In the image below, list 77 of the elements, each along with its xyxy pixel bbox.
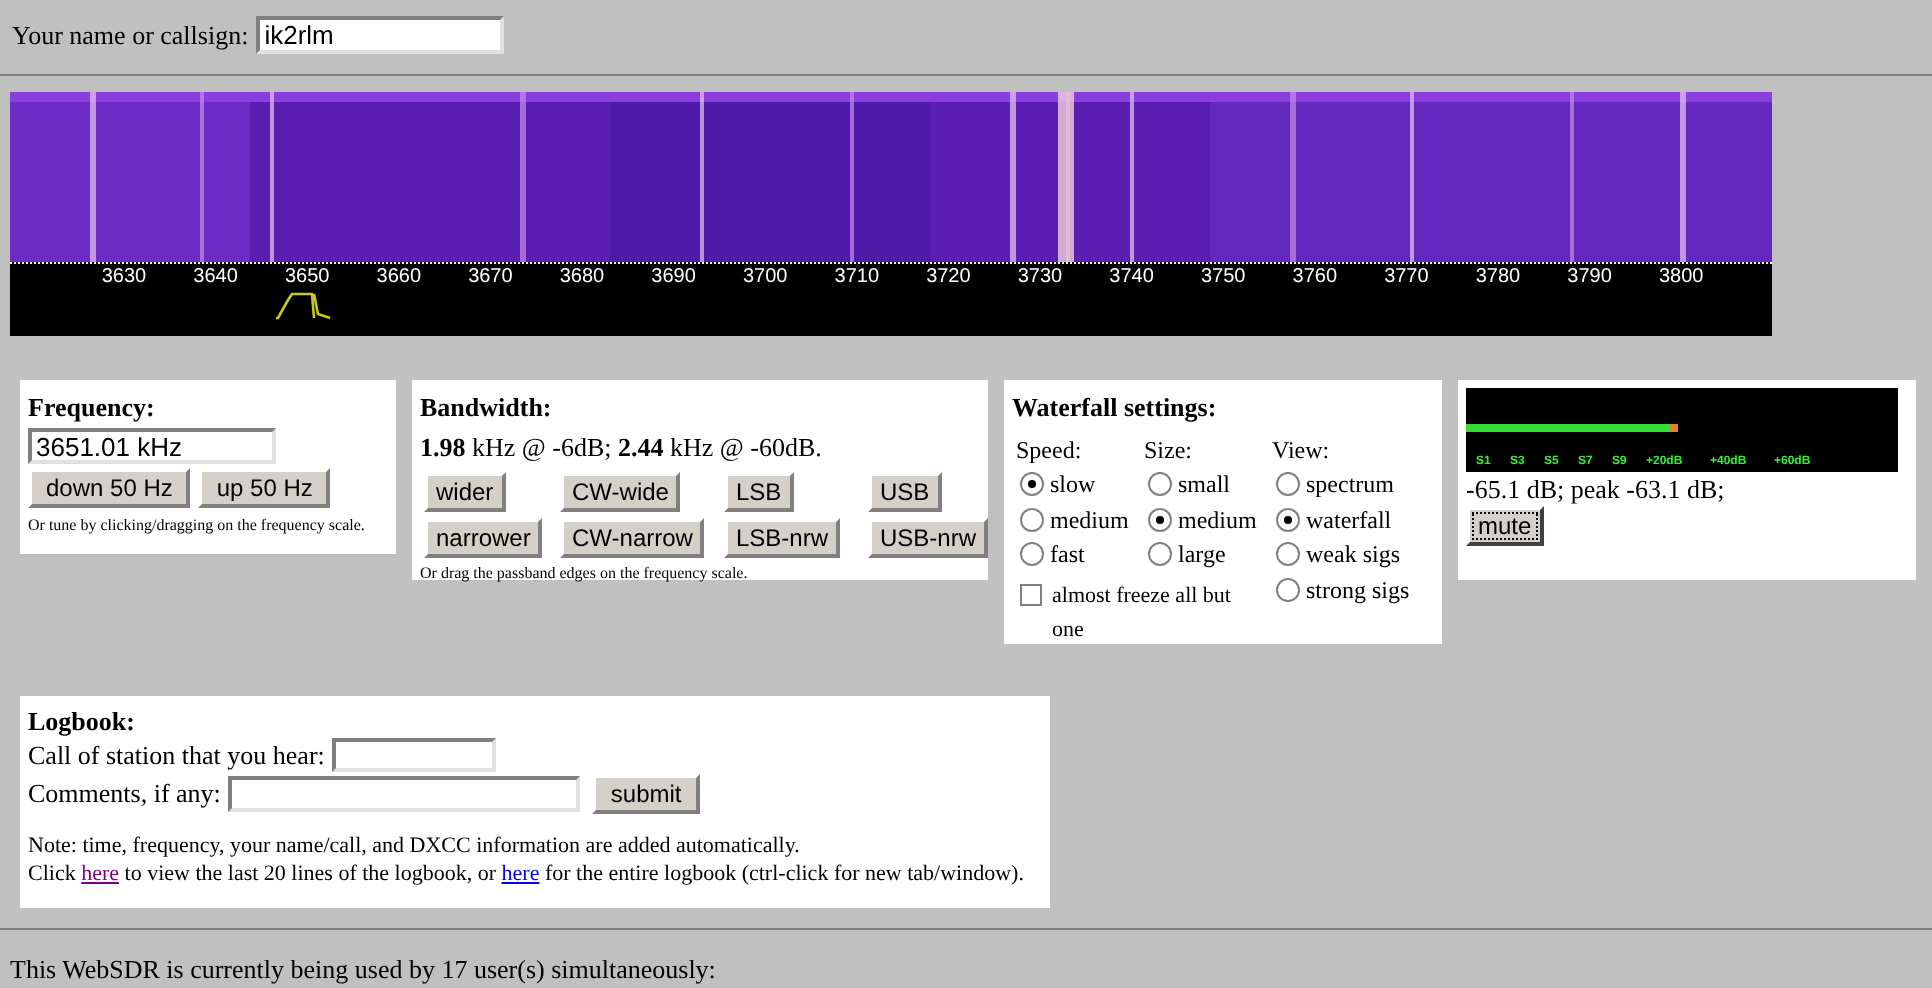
scale-label: 3740 — [1109, 268, 1154, 288]
radio-label: small — [1178, 468, 1230, 503]
radio-button[interactable] — [1148, 507, 1172, 532]
panel-title: Frequency: — [28, 390, 157, 426]
panel-title: Logbook: — [28, 706, 137, 738]
scale-label: 3800 — [1658, 268, 1704, 288]
scale-label: 3770 — [1384, 268, 1429, 288]
bandwidth-readout: 1.98 kHz @ -6dB; 2.44 kHz @ -60dB. — [420, 429, 824, 465]
scale-label: 3640 — [193, 268, 238, 288]
radio-label: medium — [1178, 503, 1257, 538]
button[interactable]: USB — [868, 472, 942, 512]
comments-field[interactable] — [228, 776, 581, 812]
scale-label: 3680 — [559, 268, 605, 288]
radio-label: strong sigs — [1306, 573, 1410, 608]
button[interactable]: USB-nrw — [868, 518, 989, 558]
scale-label: 3760 — [1292, 268, 1338, 288]
radio-label: slow — [1050, 468, 1096, 503]
scale-label: 3650 — [284, 268, 330, 288]
hint-text: Or tune by clicking/dragging on the frequency scale. — [28, 514, 367, 538]
radio-button[interactable] — [1276, 472, 1300, 497]
button[interactable]: narrower — [424, 518, 543, 558]
radio-button[interactable] — [1020, 507, 1044, 532]
radio-label: spectrum — [1306, 468, 1394, 503]
frequency-field[interactable]: 3651.01 kHz — [28, 428, 276, 465]
scale-label: 3720 — [926, 268, 971, 288]
radio-button[interactable] — [1020, 542, 1044, 567]
logbook-link[interactable]: here — [81, 862, 120, 886]
button[interactable]: down 50 Hz — [28, 468, 191, 508]
radio-button[interactable] — [1276, 507, 1300, 532]
scale-label: 3730 — [1017, 268, 1063, 288]
radio-label: weak sigs — [1306, 538, 1400, 573]
passband-icon[interactable] — [274, 290, 334, 320]
call-field[interactable] — [332, 738, 497, 772]
button[interactable]: LSB-nrw — [724, 518, 841, 558]
radio-button[interactable] — [1276, 542, 1300, 567]
radio-label: large — [1178, 538, 1226, 573]
scale-label: 3660 — [376, 268, 422, 288]
frequency-scale[interactable]: 3630 3640 3650 3660 3670 3680 3690 3700 3710 3720 3730 3740 3750 3760 3770 3780 3790 3800 — [10, 262, 1772, 336]
mute-button[interactable]: mute — [1466, 506, 1544, 546]
logbook-links-text: Click here to view the last 20 lines of the logbook, or here for the entire logbook (ctrl-click for new tab/window). — [28, 860, 1026, 888]
signal-reading: -65.1 dB; peak -63.1 dB; — [1466, 472, 1727, 506]
hint-text: Or drag the passband edges on the frequency scale. — [420, 562, 750, 586]
note-text: Note: time, frequency, your name/call, and DXCC information are added automatically. — [28, 834, 802, 860]
group-label: View: — [1270, 433, 1332, 467]
panel-title: Bandwidth: — [420, 390, 554, 426]
field-label: Comments, if any: — [28, 776, 221, 813]
status-text: This WebSDR is currently being used by 17 user(s) simultaneously: — [8, 952, 718, 988]
button[interactable]: CW-wide — [560, 472, 681, 512]
radio-label: medium — [1050, 503, 1129, 538]
scale-label: 3750 — [1200, 268, 1246, 288]
button[interactable]: up 50 Hz — [198, 468, 331, 508]
radio-button[interactable] — [1148, 542, 1172, 567]
scale-label: 3670 — [468, 268, 513, 288]
group-label: Speed: — [1014, 433, 1084, 467]
scale-label: 3700 — [742, 268, 788, 288]
radio-label: waterfall — [1306, 503, 1392, 538]
checkbox-label: almost freeze all but one — [1052, 582, 1233, 646]
radio-button[interactable] — [1020, 472, 1044, 497]
group-label: Size: — [1142, 433, 1194, 467]
scale-label: 3710 — [834, 268, 880, 288]
panel-title: Waterfall settings: — [1012, 390, 1219, 426]
logbook-link[interactable]: here — [501, 862, 540, 886]
scale-label: 3790 — [1567, 268, 1612, 288]
scale-label: 3630 — [101, 268, 147, 288]
scale-label: 3690 — [651, 268, 696, 288]
field-label: Call of station that you hear: — [28, 737, 325, 774]
button[interactable]: CW-narrow — [560, 518, 705, 558]
field-label: Your name or callsign: — [12, 17, 249, 54]
button[interactable]: submit — [592, 774, 700, 814]
checkbox[interactable] — [1020, 584, 1042, 606]
name-field[interactable]: ik2rlm — [256, 16, 505, 54]
radio-button[interactable] — [1276, 577, 1300, 602]
button[interactable]: wider — [424, 472, 506, 512]
scale-label: 3780 — [1475, 268, 1521, 288]
radio-label: fast — [1050, 538, 1085, 573]
radio-button[interactable] — [1148, 472, 1172, 497]
button[interactable]: LSB — [724, 472, 794, 512]
